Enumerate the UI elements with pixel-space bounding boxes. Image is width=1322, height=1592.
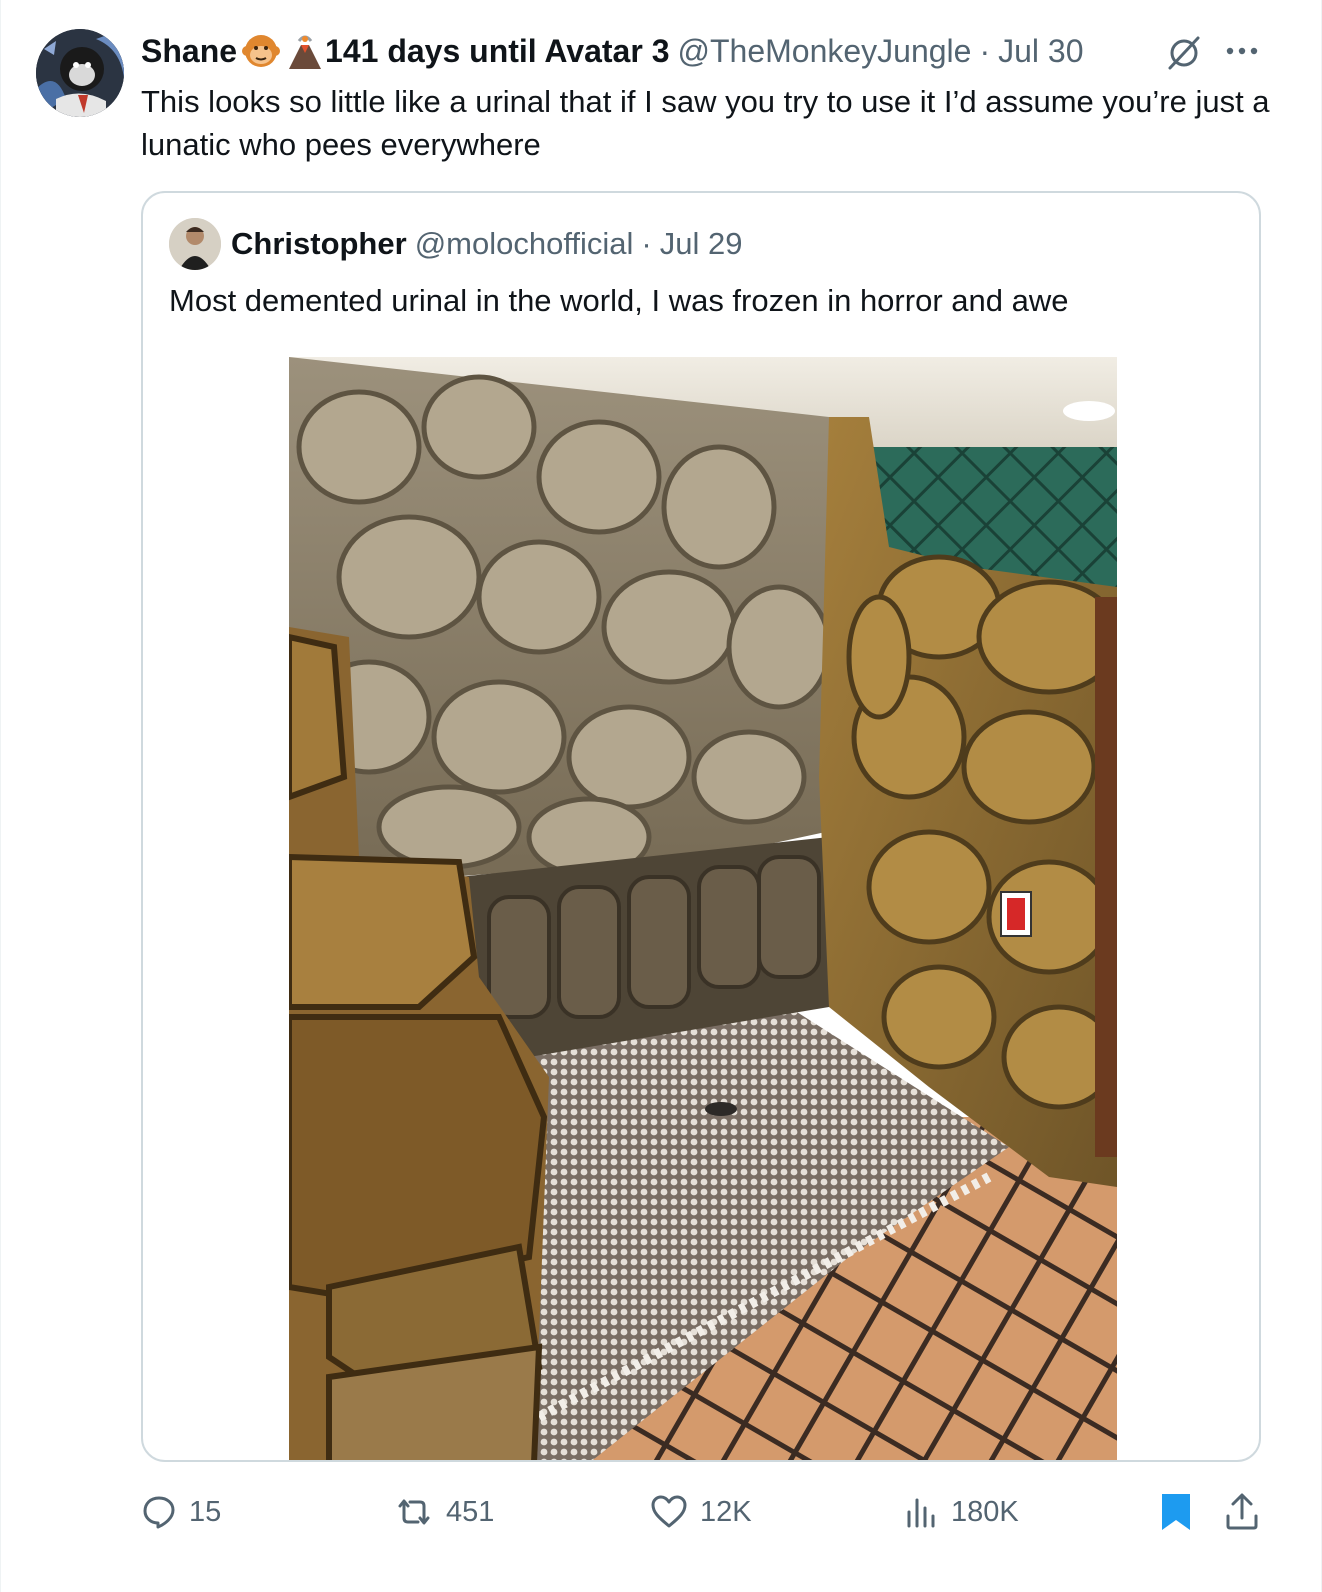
like-icon — [651, 1495, 687, 1528]
views-button[interactable]: 180K — [905, 1488, 1019, 1536]
reply-icon — [143, 1496, 175, 1529]
author-handle[interactable]: @TheMonkeyJungle — [677, 33, 971, 70]
header-separator: · — [979, 32, 991, 69]
author-name[interactable]: Shane — [141, 33, 237, 70]
quoted-tweet-header: Christopher @molochofficial · Jul 29 — [231, 220, 742, 268]
tweet-text: This looks so little like a urinal that … — [141, 84, 1270, 162]
monkey-face-emoji — [242, 35, 281, 67]
quoted-header-separator: · — [641, 226, 652, 261]
quoted-author-avatar[interactable] — [169, 218, 221, 270]
repost-button[interactable]: 451 — [394, 1488, 494, 1536]
like-button[interactable]: 12K — [650, 1488, 752, 1536]
reply-button[interactable]: 15 — [141, 1488, 221, 1536]
more-icon[interactable] — [1224, 44, 1260, 58]
view-count: 180K — [951, 1495, 1019, 1528]
quoted-tweet-card[interactable]: Christopher @molochofficial · Jul 29 Mos… — [141, 191, 1261, 1462]
author-avatar[interactable] — [36, 29, 124, 117]
share-icon[interactable] — [1222, 1490, 1262, 1534]
tweet-header: Shane 141 days until Avatar 3 @TheMonkey… — [141, 28, 1084, 74]
repost-count: 451 — [446, 1495, 495, 1528]
bookmark-icon[interactable] — [1158, 1490, 1194, 1534]
author-name-suffix: 141 days until Avatar 3 — [325, 32, 670, 69]
tweet-date[interactable]: Jul 30 — [998, 33, 1083, 70]
repost-icon — [398, 1499, 430, 1525]
like-count: 12K — [700, 1495, 752, 1528]
quoted-tweet-date[interactable]: Jul 29 — [660, 226, 743, 262]
quoted-tweet-photo[interactable] — [289, 357, 1117, 1462]
grok-icon[interactable] — [1164, 32, 1204, 72]
reply-count: 15 — [189, 1495, 222, 1528]
quoted-author-handle[interactable]: @molochofficial — [415, 226, 634, 262]
volcano-emoji — [289, 35, 322, 69]
quoted-author-name[interactable]: Christopher — [231, 226, 407, 262]
quoted-tweet-text: Most demented urinal in the world, I was… — [169, 283, 1069, 318]
views-icon — [907, 1498, 935, 1528]
